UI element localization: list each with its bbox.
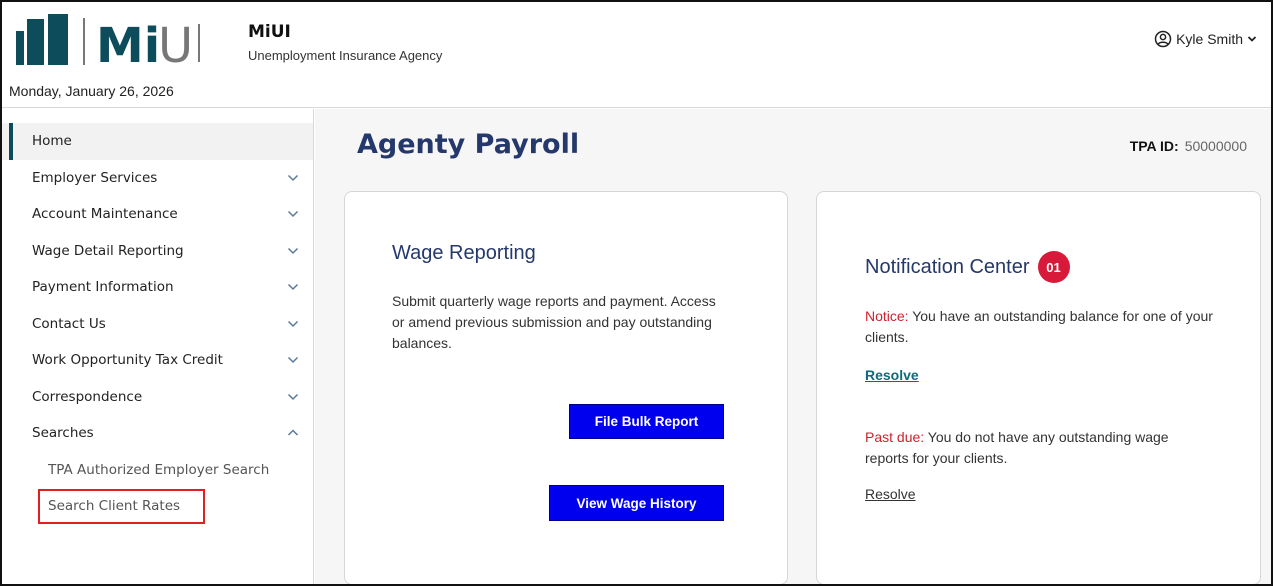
pastdue-message: Past due: You do not have any outstandin… <box>865 427 1215 469</box>
current-date: Monday, January 26, 2026 <box>9 83 174 99</box>
notice-label: Notice: <box>865 308 909 324</box>
tpa-id-value: 50000000 <box>1184 138 1247 154</box>
sidebar-item-payment-information[interactable]: Payment Information <box>2 269 313 306</box>
sidebar: Home Employer Services Account Maintenan… <box>2 109 314 584</box>
sidebar-item-contact-us[interactable]: Contact Us <box>2 306 313 343</box>
wage-reporting-title: Wage Reporting <box>392 242 536 264</box>
sidebar-item-employer-services[interactable]: Employer Services <box>2 160 313 197</box>
tpa-id-label: TPA ID: <box>1129 138 1179 154</box>
chevron-up-icon <box>287 429 299 436</box>
wage-reporting-description: Submit quarterly wage reports and paymen… <box>392 293 716 351</box>
sidebar-item-work-opportunity-tax-credit[interactable]: Work Opportunity Tax Credit <box>2 342 313 379</box>
miui-logo: Mi U <box>16 14 200 68</box>
user-circle-icon <box>1154 30 1172 48</box>
user-name: Kyle Smith <box>1176 31 1243 47</box>
pastdue-resolve-link[interactable]: Resolve <box>865 486 916 502</box>
svg-text:Mi: Mi <box>96 18 160 68</box>
notice-text: You have an outstanding balance for one … <box>865 308 1213 345</box>
page-title: Agenty Payroll <box>357 129 580 160</box>
sidebar-subitem-label: TPA Authorized Employer Search <box>48 461 270 478</box>
chevron-down-icon <box>287 320 299 327</box>
chevron-down-icon <box>287 211 299 218</box>
file-bulk-report-button[interactable]: File Bulk Report <box>569 404 724 439</box>
sidebar-item-label: Work Opportunity Tax Credit <box>32 352 223 369</box>
user-menu[interactable]: Kyle Smith <box>1154 30 1257 48</box>
app-frame: Mi U MiUI Unemployment Insurance Agency … <box>0 0 1273 586</box>
sidebar-item-label: Home <box>32 133 72 150</box>
sidebar-item-correspondence[interactable]: Correspondence <box>2 379 313 416</box>
chevron-down-icon <box>287 284 299 291</box>
view-wage-history-button[interactable]: View Wage History <box>549 485 724 521</box>
brand-subtitle: Unemployment Insurance Agency <box>248 48 443 63</box>
tpa-id: TPA ID: 50000000 <box>1130 138 1247 154</box>
chevron-down-icon <box>287 174 299 181</box>
brand-name: MiUI <box>248 22 291 42</box>
sidebar-item-label: Contact Us <box>32 315 106 332</box>
sidebar-item-label: Correspondence <box>32 388 143 405</box>
pastdue-label: Past due: <box>865 429 925 445</box>
sidebar-item-wage-detail-reporting[interactable]: Wage Detail Reporting <box>2 233 313 270</box>
sidebar-item-home[interactable]: Home <box>2 123 313 160</box>
header: Mi U MiUI Unemployment Insurance Agency … <box>2 2 1271 108</box>
highlight-annotation-box <box>38 489 205 524</box>
notification-center-card: Notification Center 01 Notice: You have … <box>816 191 1261 584</box>
sidebar-subitem-tpa-authorized-employer-search[interactable]: TPA Authorized Employer Search <box>2 452 313 488</box>
chevron-down-icon <box>1247 36 1257 42</box>
sidebar-item-label: Payment Information <box>32 279 174 296</box>
sidebar-item-label: Wage Detail Reporting <box>32 242 184 259</box>
chevron-down-icon <box>287 393 299 400</box>
sidebar-item-label: Account Maintenance <box>32 206 178 223</box>
notice-resolve-link[interactable]: Resolve <box>865 367 919 383</box>
notice-message: Notice: You have an outstanding balance … <box>865 306 1215 348</box>
chevron-down-icon <box>287 357 299 364</box>
notification-center-heading: Notification Center 01 <box>865 251 1070 283</box>
sidebar-item-account-maintenance[interactable]: Account Maintenance <box>2 196 313 233</box>
svg-text:U: U <box>158 18 193 68</box>
notification-center-title: Notification Center <box>865 255 1030 278</box>
chevron-down-icon <box>287 247 299 254</box>
sidebar-item-searches[interactable]: Searches <box>2 415 313 452</box>
main-content: Agenty Payroll TPA ID: 50000000 Wage Repo… <box>315 109 1271 584</box>
wage-reporting-card: Wage Reporting Submit quarterly wage rep… <box>344 191 788 584</box>
sidebar-item-label: Searches <box>32 425 94 442</box>
notification-count-badge: 01 <box>1037 251 1070 283</box>
sidebar-item-label: Employer Services <box>32 169 158 186</box>
